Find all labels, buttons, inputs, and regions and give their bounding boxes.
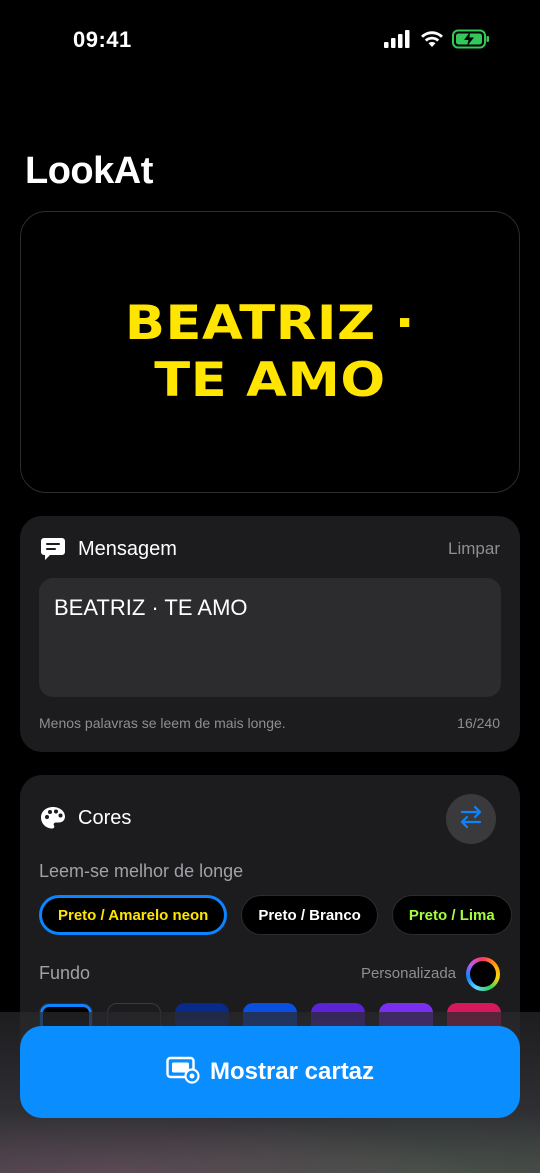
message-header: Mensagem Limpar [40,536,500,562]
character-counter: 16/240 [457,715,500,731]
preset-label: Preto / Lima [408,906,495,924]
status-icons [384,29,490,54]
custom-color-label: Personalizada [360,965,456,982]
custom-color-picker[interactable] [466,957,500,991]
presets-subtitle: Leem-se melhor de longe [39,861,244,881]
show-sign-button[interactable]: Mostrar cartaz [20,1026,520,1118]
message-card: Mensagem Limpar BEATRIZ · TE AMO Menos p… [20,516,520,752]
preset-black-neon-yellow[interactable]: Preto / Amarelo neon [39,895,228,935]
preset-black-white[interactable]: Preto / Branco [241,895,378,935]
app-title: LookAt [25,150,153,192]
message-section-title: Mensagem [78,537,177,560]
message-hint: Menos palavras se leem de mais longe. [39,715,286,731]
swap-colors-button[interactable] [446,794,496,844]
sign-preview[interactable]: BEATRIZ · TE AMO [20,211,520,493]
color-presets: Preto / Amarelo neon Preto / Branco Pret… [39,895,512,935]
preset-label: Preto / Branco [258,906,361,924]
status-time: 09:41 [73,27,132,52]
clear-button[interactable]: Limpar [448,539,500,559]
colors-section-title: Cores [78,806,132,829]
message-bubble-icon [40,536,66,562]
wifi-icon [420,30,444,53]
palette-icon [40,805,66,831]
colors-header: Cores [40,805,500,831]
background-label: Fundo [39,963,91,983]
message-input[interactable]: BEATRIZ · TE AMO [39,578,501,697]
battery-charging-icon [452,29,490,54]
preview-text: BEATRIZ · TE AMO [124,296,416,408]
cellular-signal-icon [384,30,412,53]
preset-black-lime[interactable]: Preto / Lima [391,895,512,935]
preset-label: Preto / Amarelo neon [58,906,209,924]
status-bar: 09:41 [0,0,540,80]
swap-arrows-icon [458,804,484,835]
display-sign-icon [166,1056,200,1089]
show-sign-label: Mostrar cartaz [209,1058,375,1085]
